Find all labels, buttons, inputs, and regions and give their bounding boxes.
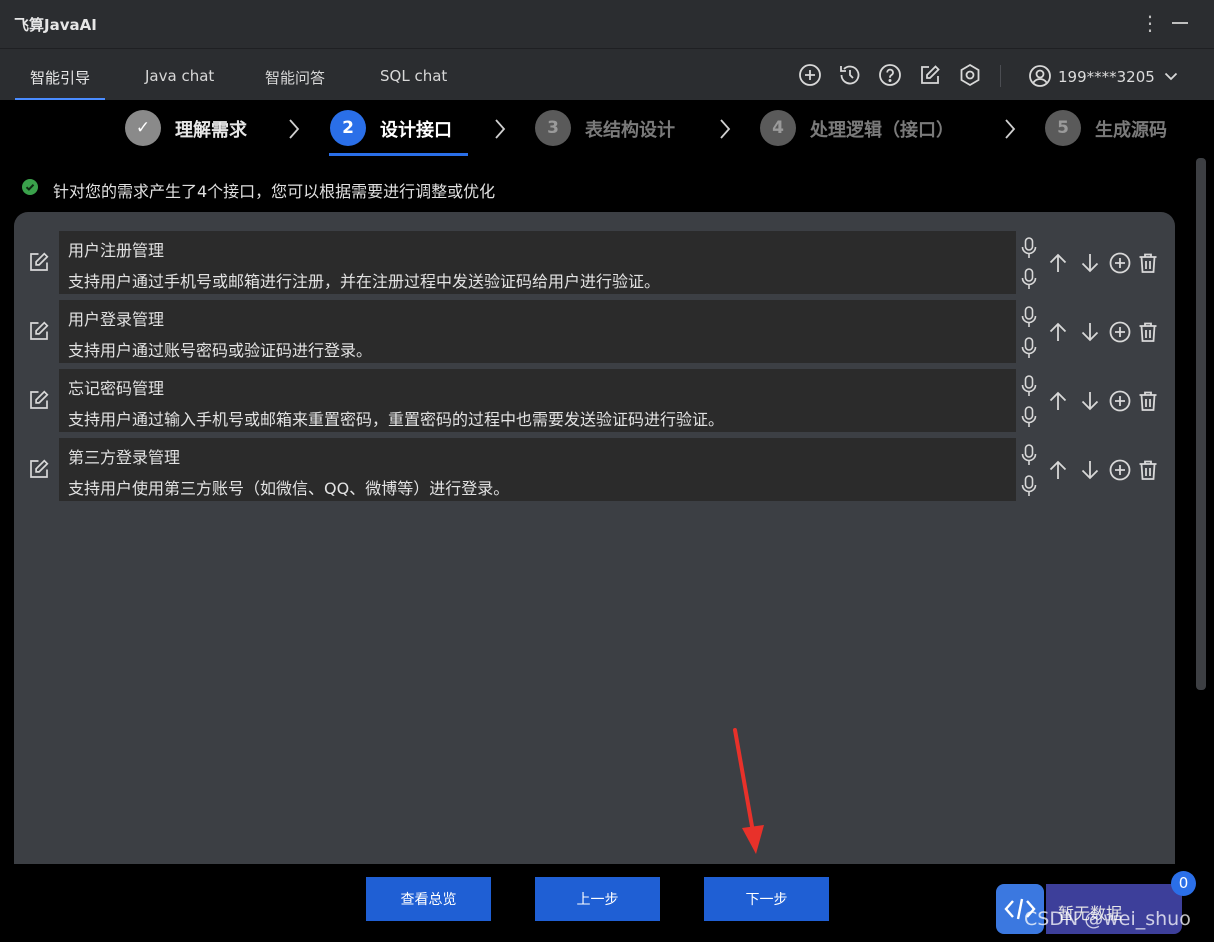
move-down-icon[interactable] (1078, 458, 1102, 482)
chevron-right-icon (1005, 119, 1016, 139)
interface-description[interactable]: 支持用户通过输入手机号或邮箱来重置密码，重置密码的过程中也需要发送验证码进行验证… (68, 406, 724, 430)
step-number: 2 (330, 110, 366, 146)
active-step-indicator (329, 153, 468, 156)
chevron-right-icon (289, 119, 300, 139)
microphone-icon[interactable] (1019, 305, 1039, 329)
interface-title[interactable]: 第三方登录管理 (68, 444, 180, 468)
microphone-icon[interactable] (1019, 405, 1039, 429)
interface-card[interactable]: 用户注册管理支持用户通过手机号或邮箱进行注册，并在注册过程中发送验证码给用户进行… (59, 231, 1016, 294)
interface-card[interactable]: 第三方登录管理支持用户使用第三方账号（如微信、QQ、微博等）进行登录。 (59, 438, 1016, 501)
chevron-right-icon (495, 119, 506, 139)
step-label: 理解需求 (175, 120, 247, 141)
progress-stepper: ✓ 理解需求 2 设计接口 3 表结构设计 4 处理逻辑（接口） 5 生成源码 (0, 100, 1214, 158)
interface-description[interactable]: 支持用户通过手机号或邮箱进行注册，并在注册过程中发送验证码给用户进行验证。 (68, 268, 660, 292)
move-down-icon[interactable] (1078, 389, 1102, 413)
interface-card[interactable]: 用户登录管理支持用户通过账号密码或验证码进行登录。 (59, 300, 1016, 363)
interface-list-panel: 用户注册管理支持用户通过手机号或邮箱进行注册，并在注册过程中发送验证码给用户进行… (14, 212, 1175, 864)
edit-icon[interactable] (28, 458, 50, 480)
tab-smart-qa[interactable]: 智能问答 (265, 67, 325, 88)
success-check-icon (22, 179, 38, 195)
interface-title[interactable]: 忘记密码管理 (68, 375, 164, 399)
interface-title[interactable]: 用户登录管理 (68, 306, 164, 330)
tab-sql-chat[interactable]: SQL chat (380, 67, 447, 85)
interface-row: 第三方登录管理支持用户使用第三方账号（如微信、QQ、微博等）进行登录。 (14, 438, 1175, 501)
add-row-icon[interactable] (1108, 251, 1132, 275)
tab-java-chat[interactable]: Java chat (145, 67, 214, 85)
edit-icon[interactable] (28, 251, 50, 273)
delete-icon[interactable] (1136, 389, 1160, 413)
step-label: 生成源码 (1095, 120, 1167, 141)
chevron-right-icon (720, 119, 731, 139)
move-up-icon[interactable] (1046, 458, 1070, 482)
watermark: CSDN @wei_shuo (1024, 908, 1191, 930)
delete-icon[interactable] (1136, 251, 1160, 275)
interface-card[interactable]: 忘记密码管理支持用户通过输入手机号或邮箱来重置密码，重置密码的过程中也需要发送验… (59, 369, 1016, 432)
step-label: 表结构设计 (585, 120, 675, 141)
annotation-arrow-icon (733, 728, 764, 854)
move-up-icon[interactable] (1046, 320, 1070, 344)
user-name[interactable]: 199****3205 (1058, 68, 1155, 86)
edit-note-icon[interactable] (918, 63, 942, 87)
app-title: 飞算JavaAI (14, 16, 97, 34)
settings-icon[interactable] (958, 63, 982, 87)
tab-smart-guide[interactable]: 智能引导 (30, 67, 90, 88)
delete-icon[interactable] (1136, 458, 1160, 482)
toolbar-divider (1000, 65, 1001, 87)
step-label: 处理逻辑（接口） (810, 120, 954, 141)
interface-description[interactable]: 支持用户使用第三方账号（如微信、QQ、微博等）进行登录。 (68, 475, 509, 499)
add-row-icon[interactable] (1108, 320, 1132, 344)
interface-row: 用户登录管理支持用户通过账号密码或验证码进行登录。 (14, 300, 1175, 363)
step-label: 设计接口 (380, 120, 452, 141)
move-up-icon[interactable] (1046, 389, 1070, 413)
microphone-icon[interactable] (1019, 374, 1039, 398)
move-down-icon[interactable] (1078, 320, 1102, 344)
interface-row: 忘记密码管理支持用户通过输入手机号或邮箱来重置密码，重置密码的过程中也需要发送验… (14, 369, 1175, 432)
view-overview-button[interactable]: 查看总览 (366, 877, 491, 921)
interface-description[interactable]: 支持用户通过账号密码或验证码进行登录。 (68, 337, 372, 361)
microphone-icon[interactable] (1019, 474, 1039, 498)
step-number: 3 (535, 110, 571, 146)
delete-icon[interactable] (1136, 320, 1160, 344)
interface-title[interactable]: 用户注册管理 (68, 237, 164, 261)
chevron-down-icon[interactable] (1162, 67, 1180, 85)
move-down-icon[interactable] (1078, 251, 1102, 275)
microphone-icon[interactable] (1019, 267, 1039, 291)
add-icon[interactable] (798, 63, 822, 87)
help-icon[interactable] (878, 63, 902, 87)
minimize-icon[interactable] (1172, 22, 1188, 24)
user-avatar-icon[interactable] (1028, 64, 1052, 88)
step-1-check-icon: ✓ (125, 110, 161, 146)
edit-icon[interactable] (28, 320, 50, 342)
menu-bar: 智能引导 Java chat 智能问答 SQL chat 199****3205 (0, 48, 1214, 100)
more-options-icon[interactable]: ⋮ (1140, 10, 1160, 36)
edit-icon[interactable] (28, 389, 50, 411)
next-step-button[interactable]: 下一步 (704, 877, 829, 921)
add-row-icon[interactable] (1108, 458, 1132, 482)
add-row-icon[interactable] (1108, 389, 1132, 413)
title-bar: 飞算JavaAI ⋮ (0, 0, 1214, 48)
history-icon[interactable] (838, 63, 862, 87)
interface-row: 用户注册管理支持用户通过手机号或邮箱进行注册，并在注册过程中发送验证码给用户进行… (14, 231, 1175, 294)
microphone-icon[interactable] (1019, 236, 1039, 260)
microphone-icon[interactable] (1019, 336, 1039, 360)
previous-step-button[interactable]: 上一步 (535, 877, 660, 921)
step-number: 4 (760, 110, 796, 146)
notification-badge: 0 (1171, 871, 1196, 896)
move-up-icon[interactable] (1046, 251, 1070, 275)
microphone-icon[interactable] (1019, 443, 1039, 467)
info-text: 针对您的需求产生了4个接口，您可以根据需要进行调整或优化 (53, 182, 496, 201)
step-number: 5 (1045, 110, 1081, 146)
scrollbar[interactable] (1196, 158, 1206, 690)
